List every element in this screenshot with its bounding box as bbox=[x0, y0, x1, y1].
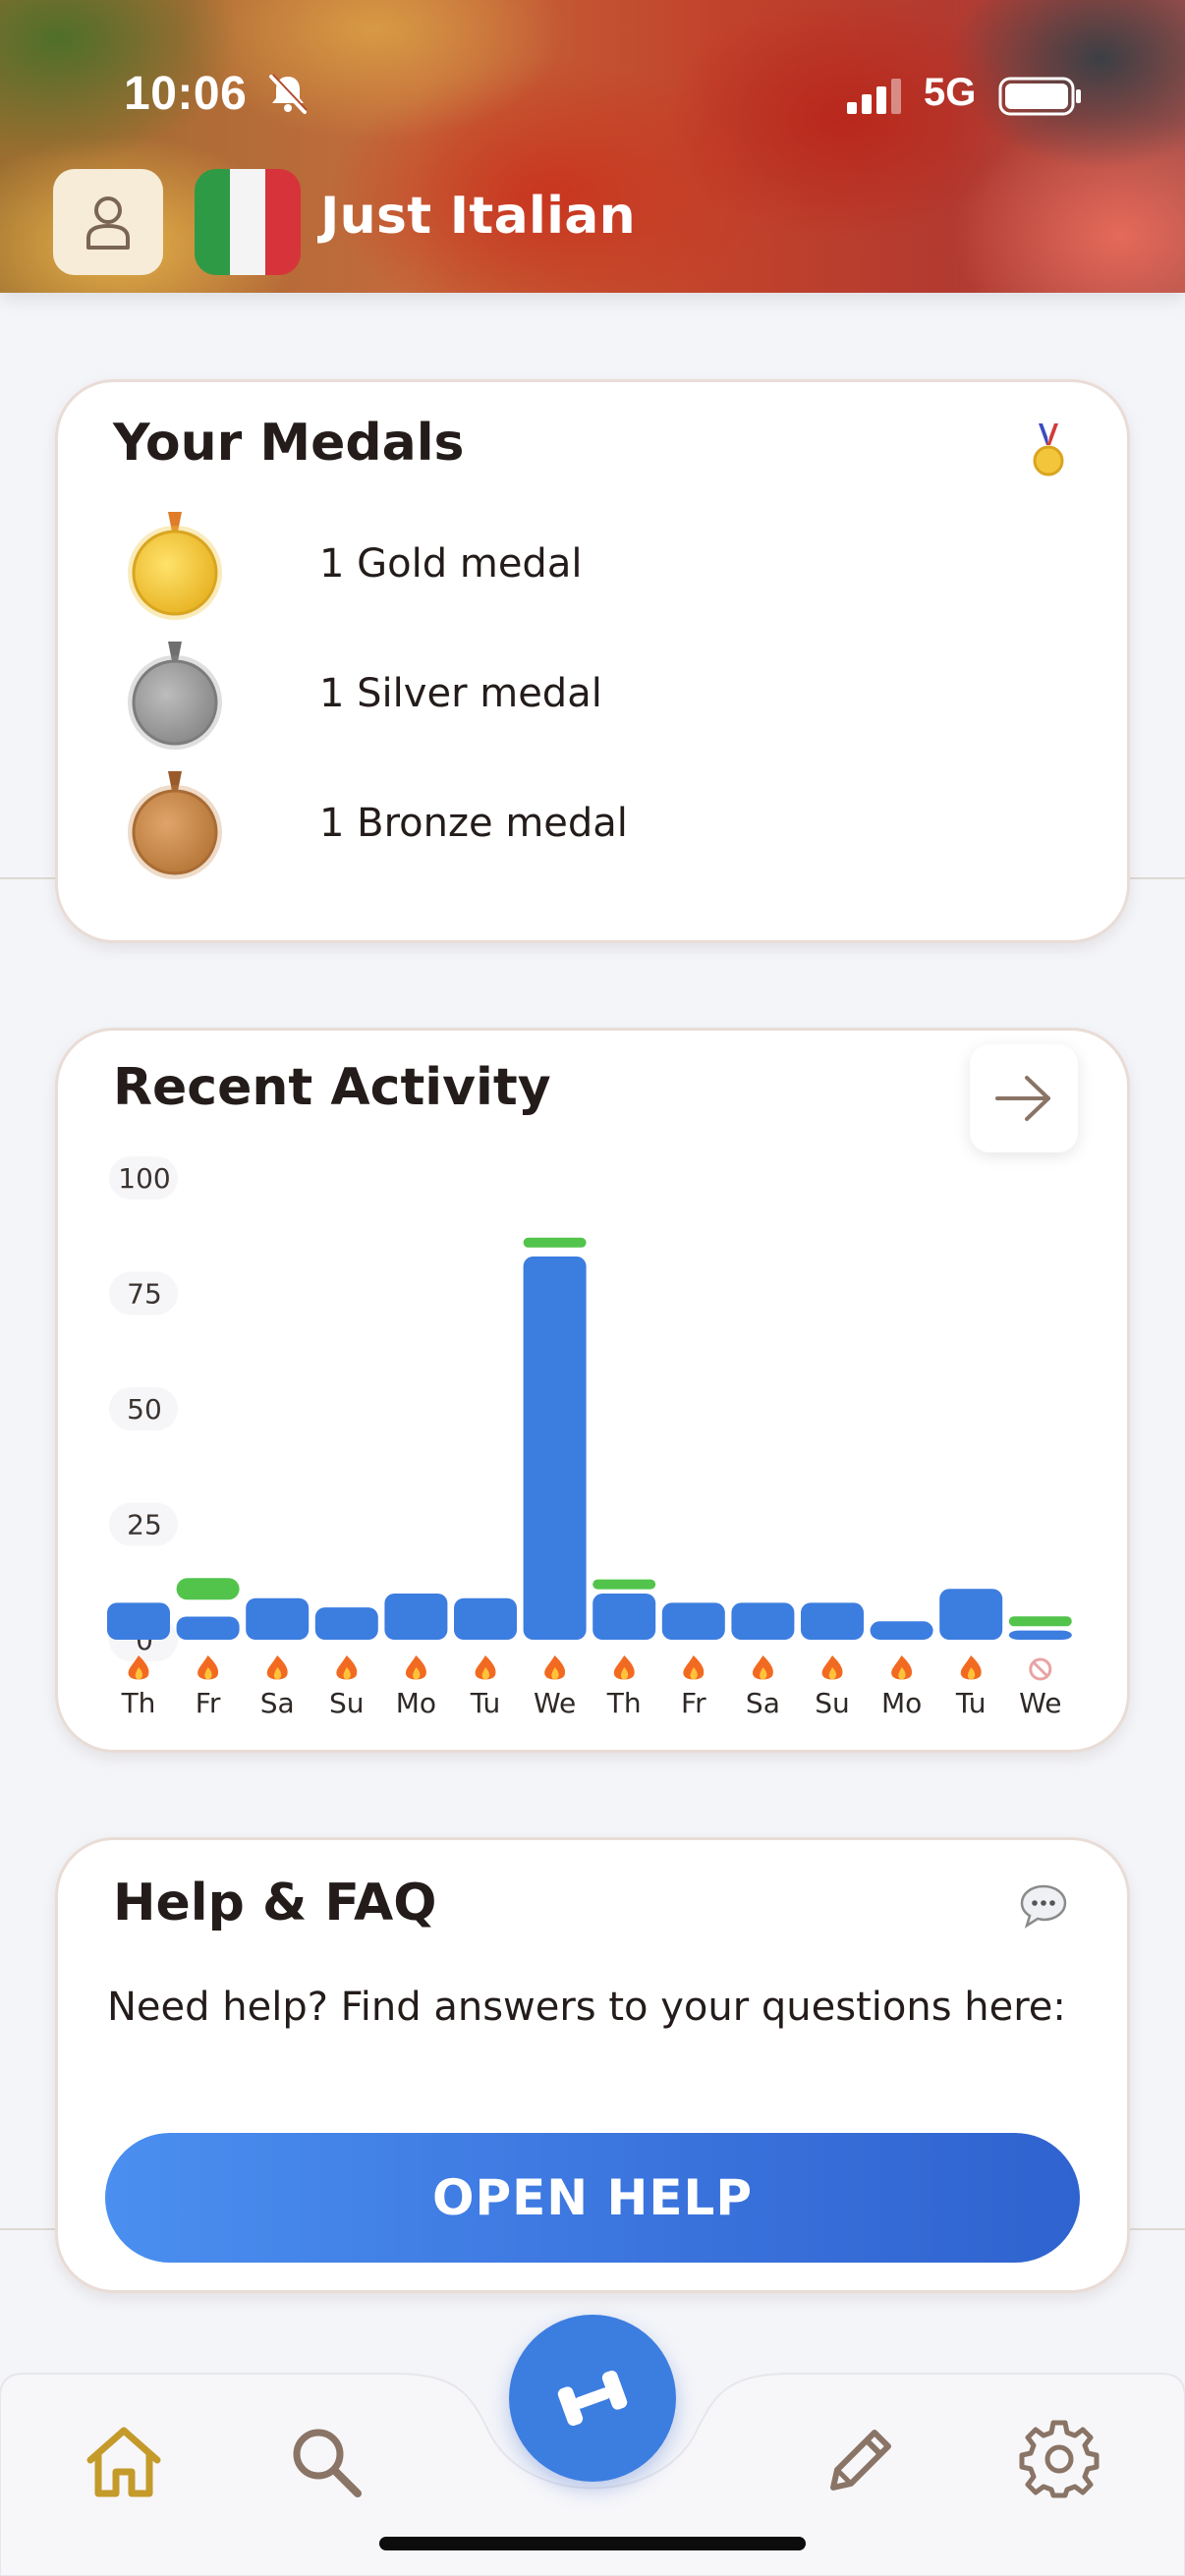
profile-button[interactable] bbox=[53, 169, 163, 275]
pencil-icon[interactable] bbox=[818, 2421, 900, 2503]
activity-bar[interactable] bbox=[661, 1602, 725, 1640]
course-title: Just Italian bbox=[320, 187, 636, 246]
activity-bar[interactable] bbox=[1008, 1630, 1072, 1640]
help-description: Need help? Find answers to your question… bbox=[107, 1985, 1066, 2030]
signal-icon bbox=[847, 79, 901, 114]
activity-bar[interactable] bbox=[384, 1594, 448, 1640]
goal-marker bbox=[523, 1237, 587, 1248]
italy-flag-icon[interactable] bbox=[195, 169, 301, 275]
activity-bar[interactable] bbox=[176, 1616, 240, 1641]
divider bbox=[1130, 877, 1185, 879]
help-title: Help & FAQ bbox=[113, 1874, 437, 1932]
gold-medal-icon bbox=[128, 512, 222, 620]
medal-row-bronze: 1 Bronze medal bbox=[121, 771, 1005, 879]
goal-marker bbox=[1008, 1616, 1072, 1627]
status-time: 10:06 bbox=[124, 68, 248, 120]
no-streak-icon-slash bbox=[1032, 1660, 1048, 1678]
x-tick-label: Th bbox=[121, 1687, 156, 1719]
bronze-medal-icon bbox=[128, 771, 222, 879]
x-tick-label: We bbox=[1019, 1687, 1061, 1719]
divider bbox=[0, 877, 55, 879]
silver-medal-icon bbox=[128, 642, 222, 750]
y-tick-label: 25 bbox=[127, 1509, 162, 1541]
x-tick-label: Su bbox=[329, 1687, 365, 1719]
activity-bar[interactable] bbox=[454, 1597, 517, 1640]
medal-label: 1 Bronze medal bbox=[319, 801, 628, 846]
x-tick-label: Tu bbox=[470, 1687, 501, 1719]
x-tick-label: Sa bbox=[746, 1687, 780, 1719]
x-tick-label: Fr bbox=[681, 1687, 706, 1719]
x-tick-label: Sa bbox=[260, 1687, 295, 1719]
activity-bar[interactable] bbox=[246, 1597, 310, 1640]
x-tick-label: Fr bbox=[196, 1687, 221, 1719]
medal-row-gold: 1 Gold medal bbox=[121, 512, 1005, 620]
x-tick-label: Mo bbox=[881, 1687, 922, 1719]
activity-chart: 1007550250Th Fr Sa Su Mo Tu We Th Fr Sa Su Mo Tu We bbox=[107, 1156, 1072, 1719]
recent-activity-card: Recent Activity 100 75 50 25 0 Th Fr Sa Su Mo Tu We… bbox=[55, 1028, 1130, 1753]
bell-slash-icon bbox=[269, 74, 308, 114]
activity-bar[interactable] bbox=[939, 1589, 1003, 1640]
gear-icon[interactable] bbox=[1018, 2417, 1100, 2499]
activity-bar[interactable] bbox=[801, 1602, 864, 1640]
search-icon[interactable] bbox=[285, 2421, 367, 2503]
practice-button[interactable] bbox=[509, 2315, 676, 2482]
medals-card: Your Medals 1 Gold medal 1 Silver medal bbox=[55, 379, 1130, 943]
divider bbox=[0, 2228, 55, 2230]
activity-bar[interactable] bbox=[731, 1602, 795, 1640]
help-card: Help & FAQ Need help? Find answers to yo… bbox=[55, 1837, 1130, 2293]
activity-bar[interactable] bbox=[314, 1607, 378, 1640]
activity-bar[interactable] bbox=[592, 1594, 656, 1640]
medal-icon bbox=[1033, 423, 1064, 476]
x-tick-label: Su bbox=[815, 1687, 850, 1719]
y-tick-label: 50 bbox=[127, 1393, 162, 1426]
open-help-button[interactable]: OPEN HELP bbox=[105, 2133, 1080, 2263]
goal-marker bbox=[176, 1578, 240, 1600]
dumbbell-icon bbox=[557, 2370, 628, 2427]
activity-bar[interactable] bbox=[107, 1602, 170, 1640]
activity-bar[interactable] bbox=[523, 1256, 587, 1640]
x-tick-label: We bbox=[534, 1687, 576, 1719]
medal-row-silver: 1 Silver medal bbox=[121, 642, 1005, 750]
activity-bar[interactable] bbox=[870, 1621, 933, 1640]
medals-title: Your Medals bbox=[113, 414, 465, 473]
home-icon[interactable] bbox=[83, 2421, 165, 2503]
x-tick-label: Th bbox=[606, 1687, 642, 1719]
medal-label: 1 Gold medal bbox=[319, 541, 583, 587]
x-tick-label: Tu bbox=[955, 1687, 987, 1719]
y-tick-label: 100 bbox=[118, 1162, 170, 1195]
app-header: 10:06 5G Just Italian bbox=[0, 0, 1185, 293]
home-indicator bbox=[379, 2537, 806, 2550]
medal-label: 1 Silver medal bbox=[319, 671, 602, 716]
y-tick-label: 75 bbox=[127, 1278, 162, 1311]
battery-icon bbox=[998, 77, 1081, 116]
divider bbox=[1130, 2228, 1185, 2230]
chat-bubble-icon bbox=[1020, 1884, 1067, 1929]
goal-marker bbox=[592, 1579, 656, 1590]
user-icon bbox=[86, 196, 130, 250]
network-label: 5G bbox=[924, 71, 977, 114]
x-tick-label: Mo bbox=[396, 1687, 436, 1719]
